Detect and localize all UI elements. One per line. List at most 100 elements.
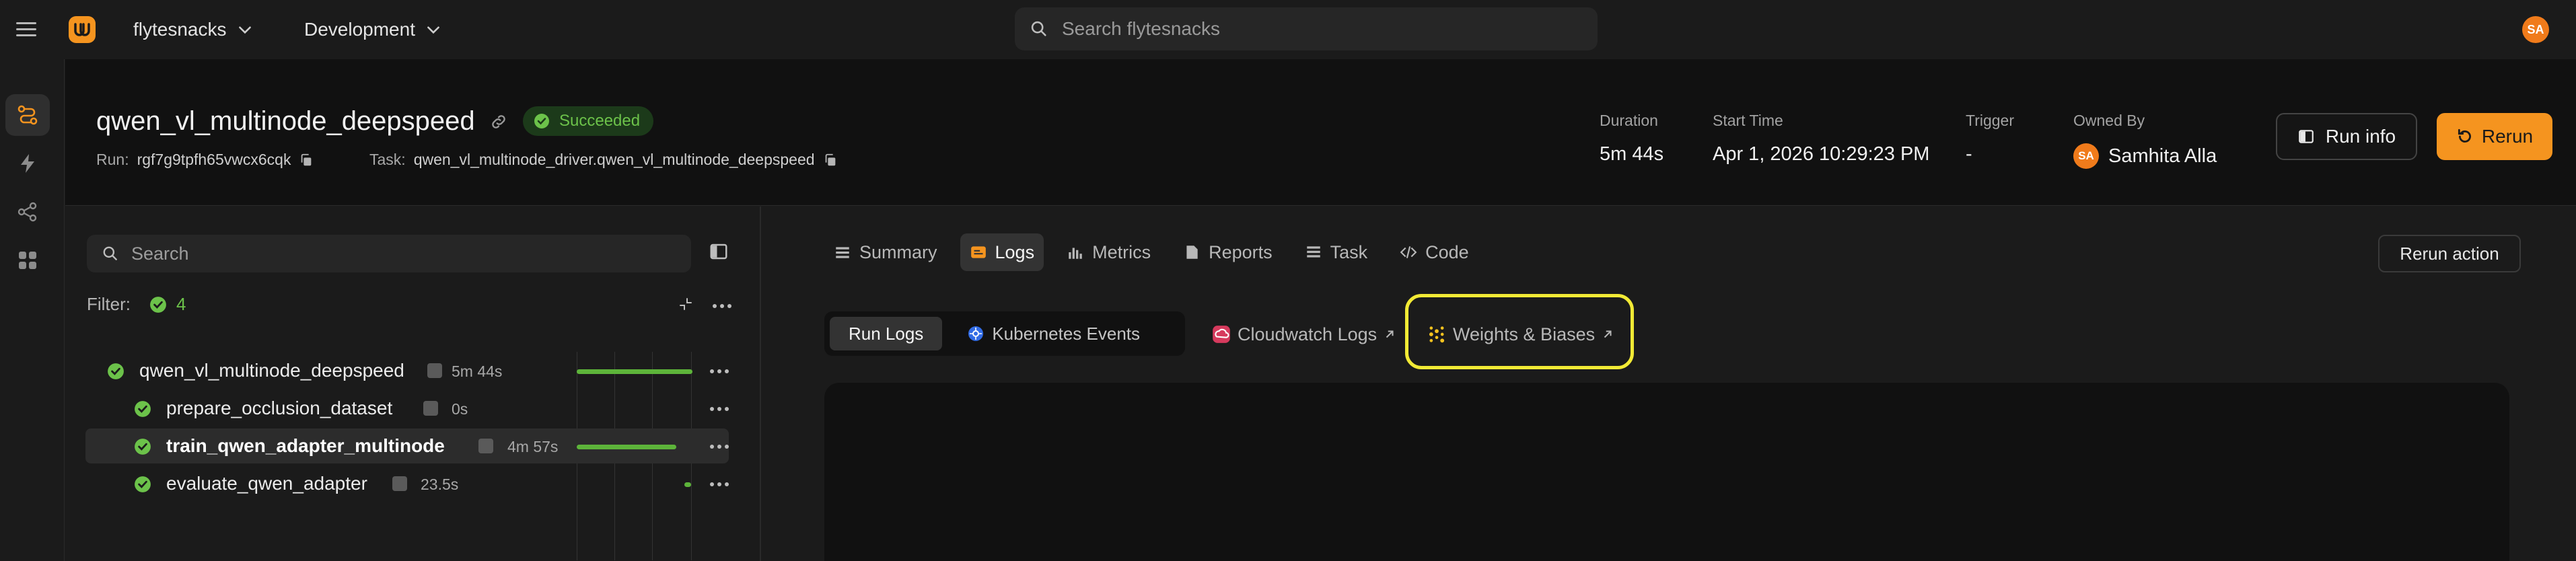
collapse-icon[interactable] [678, 296, 694, 312]
owner-meta: Owned By SA Samhita Alla [2073, 112, 2217, 169]
start-time-value: Apr 1, 2026 10:29:23 PM [1713, 143, 1930, 165]
check-circle-icon [135, 476, 151, 492]
tab-reports[interactable]: Reports [1174, 233, 1282, 271]
tab-code[interactable]: Code [1390, 233, 1478, 271]
kubernetes-icon [968, 326, 984, 341]
rail-triggers-button[interactable] [5, 143, 50, 184]
task-tree-panel: Filter: 4 qwen_vl_multinode_deepspeed 5m… [65, 207, 761, 561]
trigger-value: - [1966, 143, 1972, 165]
progress-bar [577, 445, 676, 449]
more-options-icon[interactable] [713, 303, 733, 309]
node-duration: 0s [452, 400, 468, 418]
bar-chart-icon [1069, 248, 1082, 259]
rerun-button[interactable]: Rerun [2437, 113, 2552, 160]
panel-toggle-icon[interactable] [709, 241, 729, 262]
list-icon [836, 247, 849, 258]
check-circle-icon [534, 114, 549, 128]
tree-search-input[interactable] [131, 243, 670, 264]
run-id-label: Run: [96, 151, 129, 168]
copy-icon[interactable] [299, 153, 314, 167]
tab-run-logs[interactable]: Run Logs [830, 317, 943, 350]
project-name: flytesnacks [133, 19, 227, 40]
tab-summary[interactable]: Summary [824, 233, 947, 271]
tree-search[interactable] [87, 235, 691, 272]
task-type-icon [423, 401, 438, 416]
tree-row[interactable]: qwen_vl_multinode_deepspeed 5m 44s [85, 353, 729, 388]
task-type-icon [478, 439, 493, 453]
tab-metrics[interactable]: Metrics [1057, 233, 1160, 271]
global-search-input[interactable] [1062, 18, 1573, 40]
owner-value: SA Samhita Alla [2073, 143, 2217, 169]
node-duration: 5m 44s [452, 363, 503, 380]
filter-label: Filter: [87, 294, 131, 314]
project-selector[interactable]: flytesnacks [133, 16, 254, 43]
more-options-icon[interactable] [710, 481, 730, 488]
rerun-action-button[interactable]: Rerun action [2378, 235, 2521, 272]
external-link-icon [1386, 330, 1394, 338]
global-search[interactable] [1015, 7, 1598, 50]
duration-value: 5m 44s [1600, 143, 1664, 165]
flyte-logo-icon[interactable] [67, 15, 97, 44]
tree-row[interactable]: prepare_occlusion_dataset 0s [85, 391, 729, 426]
tab-logs[interactable]: Logs [960, 233, 1044, 271]
node-name: prepare_occlusion_dataset [166, 398, 393, 418]
tab-label: Logs [995, 241, 1035, 262]
run-id: rgf7g9tpfh65vwcx6cqk [137, 151, 291, 168]
tab-label: Reports [1209, 241, 1273, 262]
tab-task[interactable]: Task [1295, 233, 1378, 271]
cloudwatch-icon [1213, 326, 1230, 343]
domain-selector[interactable]: Development [304, 16, 442, 43]
tab-label: Task [1330, 241, 1368, 262]
trigger-meta: Trigger - [1966, 112, 2014, 165]
tab-kubernetes-events[interactable]: Kubernetes Events [947, 317, 1160, 350]
apps-grid-icon [19, 252, 36, 269]
cloudwatch-logs-link[interactable]: Cloudwatch Logs [1212, 320, 1396, 349]
node-duration: 23.5s [421, 476, 459, 493]
status-badge: Succeeded [523, 106, 654, 136]
search-icon [103, 246, 117, 260]
progress-bar [577, 369, 692, 374]
link-icon[interactable] [489, 112, 508, 131]
log-viewer[interactable] [824, 383, 2509, 561]
document-icon [1186, 246, 1198, 259]
more-options-icon[interactable] [710, 443, 730, 450]
rerun-label: Rerun [2481, 126, 2534, 147]
owner-avatar: SA [2073, 143, 2099, 169]
domain-name: Development [304, 19, 415, 40]
code-icon [1400, 246, 1417, 258]
trigger-label: Trigger [1966, 112, 2014, 129]
more-options-icon[interactable] [710, 406, 730, 412]
link-label: Cloudwatch Logs [1238, 324, 1378, 344]
run-info-label: Run info [2325, 126, 2396, 147]
more-options-icon[interactable] [710, 368, 730, 375]
rail-share-button[interactable] [5, 191, 50, 233]
detail-tabs: Summary Logs Metrics Reports Task Code [824, 233, 1478, 271]
node-duration: 4m 57s [507, 438, 559, 455]
node-name: train_qwen_adapter_multinode [166, 435, 445, 456]
user-avatar[interactable]: SA [2522, 16, 2549, 43]
task-type-icon [392, 476, 407, 491]
terminal-icon [970, 246, 986, 258]
copy-icon[interactable] [823, 153, 838, 167]
rail-apps-button[interactable] [5, 239, 50, 281]
tab-label: Metrics [1092, 241, 1151, 262]
duration-label: Duration [1600, 112, 1658, 129]
tree-row[interactable]: evaluate_qwen_adapter 23.5s [85, 466, 729, 501]
run-info-button[interactable]: Run info [2276, 113, 2417, 160]
rail-runs-button[interactable] [5, 94, 50, 136]
run-title: qwen_vl_multinode_deepspeed [96, 106, 475, 136]
top-bar: flytesnacks Development SA [0, 0, 2576, 59]
highlight-box [1405, 294, 1634, 369]
check-circle-icon [108, 363, 124, 379]
start-time-meta: Start Time Apr 1, 2026 10:29:23 PM [1713, 112, 1929, 165]
sidebar-panel-icon [2299, 130, 2314, 143]
start-time-label: Start Time [1713, 112, 1783, 129]
check-circle-icon[interactable] [149, 296, 167, 313]
log-source-tabs: Run Logs Kubernetes Events [824, 311, 1185, 356]
menu-icon[interactable] [16, 22, 36, 37]
task-label: Task: [369, 151, 406, 168]
check-circle-icon [135, 439, 151, 455]
lightning-icon [21, 154, 34, 173]
tree-row-selected[interactable]: train_qwen_adapter_multinode 4m 57s [85, 428, 729, 463]
left-rail [0, 59, 65, 561]
